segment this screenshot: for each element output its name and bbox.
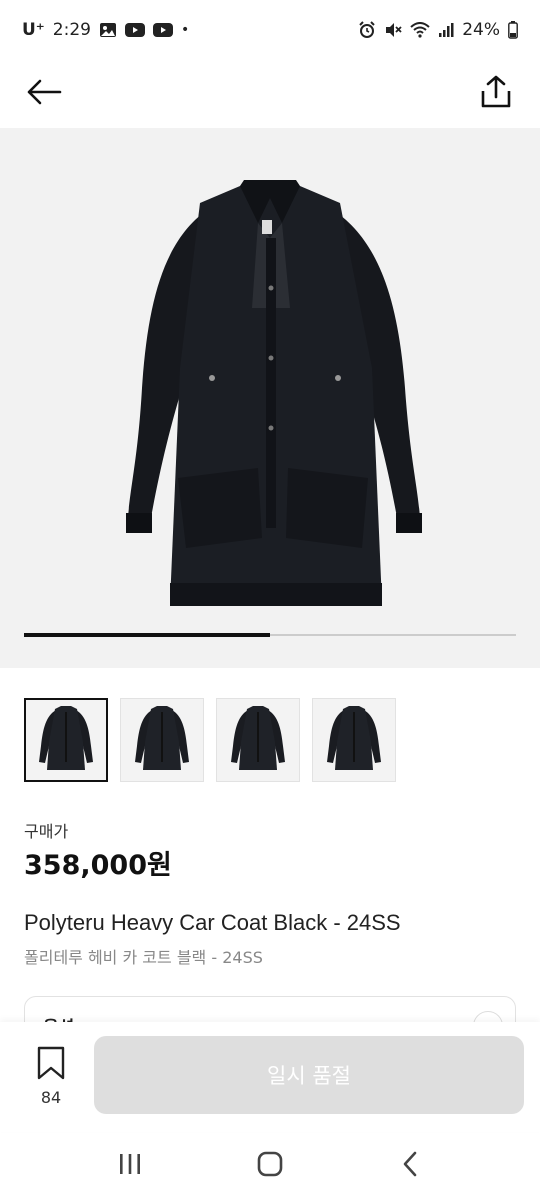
recent-apps-button[interactable] — [100, 1141, 160, 1191]
product-title-ko: 폴리테루 헤비 카 코트 블랙 - 24SS — [24, 948, 263, 967]
carousel-progress-fill — [24, 633, 270, 637]
arrow-left-icon — [26, 78, 62, 110]
carousel-progress-track — [24, 633, 516, 637]
sold-out-button[interactable]: 일시 품절 — [94, 1036, 524, 1114]
youtube-icon — [152, 23, 173, 37]
system-back-button[interactable] — [380, 1141, 440, 1191]
price-label: 구매가 — [24, 822, 69, 841]
status-right: 24% — [358, 20, 518, 40]
coat-image — [126, 180, 422, 606]
alarm-icon — [358, 21, 376, 39]
youtube-icon — [124, 23, 145, 37]
signal-icon — [438, 22, 454, 38]
battery-icon — [508, 21, 518, 39]
product-title-en: Polyteru Heavy Car Coat Black - 24SS — [24, 910, 401, 935]
status-left: U⁺ 2:29 • — [22, 20, 189, 40]
price: 358,000원 — [24, 850, 172, 881]
thumbnail-4[interactable] — [312, 698, 396, 782]
carrier-label: U⁺ — [22, 20, 45, 40]
coat-thumbnail — [127, 702, 197, 778]
home-icon — [257, 1151, 283, 1181]
home-button[interactable] — [240, 1141, 300, 1191]
bookmark-count: 84 — [40, 1088, 62, 1107]
notification-dot: • — [180, 22, 190, 38]
bookmark-icon — [36, 1046, 66, 1084]
product-image-carousel[interactable] — [0, 128, 540, 668]
share-icon — [480, 75, 512, 113]
thumbnail-3[interactable] — [216, 698, 300, 782]
status-bar: U⁺ 2:29 • 24% — [0, 0, 540, 60]
back-button[interactable] — [20, 70, 68, 118]
wifi-icon — [410, 22, 430, 38]
coat-thumbnail — [223, 702, 293, 778]
share-button[interactable] — [472, 70, 520, 118]
recent-apps-icon — [118, 1153, 142, 1179]
bottom-action-bar: 84 일시 품절 — [0, 1022, 540, 1132]
system-navigation-bar — [0, 1132, 540, 1200]
coat-thumbnail — [319, 702, 389, 778]
mute-icon — [384, 21, 402, 39]
bookmark-button[interactable]: 84 — [26, 1046, 76, 1107]
coat-thumbnail — [31, 702, 101, 778]
thumbnail-1[interactable] — [24, 698, 108, 782]
battery-percent: 24% — [462, 20, 500, 40]
chevron-left-icon — [402, 1151, 418, 1181]
thumbnail-strip — [24, 698, 396, 782]
top-nav — [0, 60, 540, 128]
thumbnail-2[interactable] — [120, 698, 204, 782]
clock: 2:29 — [52, 20, 91, 40]
image-icon — [99, 22, 117, 38]
